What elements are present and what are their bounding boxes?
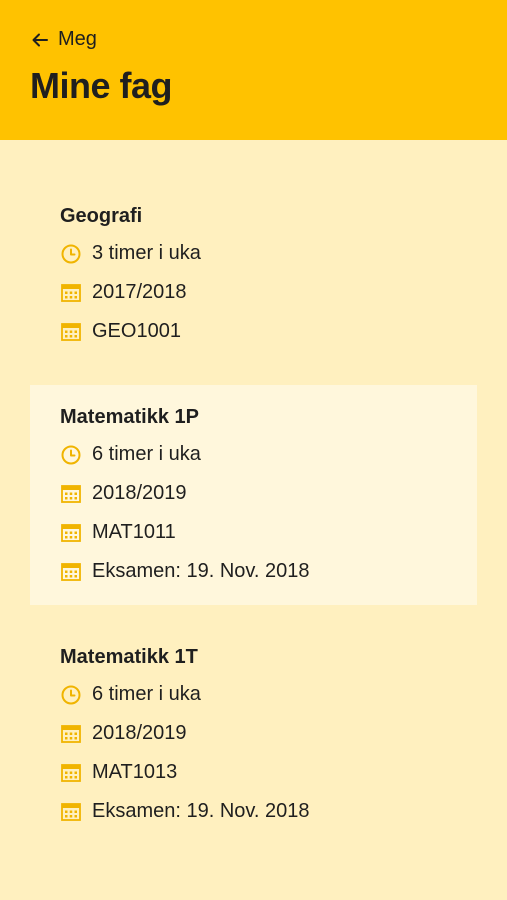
course-hours-row: 3 timer i uka — [60, 234, 447, 273]
course-card-matematikk-1p[interactable]: Matematikk 1P 6 timer i uka 2018/2019 MA… — [30, 385, 477, 605]
course-name: Matematikk 1T — [60, 646, 198, 668]
course-card-geografi[interactable]: Geografi 3 timer i uka 2017/2018 GEO1001 — [30, 184, 477, 365]
course-code-row: MAT1013 — [60, 753, 447, 792]
course-year-row: 2018/2019 — [60, 474, 447, 513]
course-exam-row: Eksamen: 19. Nov. 2018 — [60, 552, 447, 591]
course-code: MAT1013 — [92, 761, 178, 783]
page-title: Mine fag — [30, 65, 173, 106]
course-hours-row: 6 timer i uka — [60, 435, 447, 474]
course-hours: 6 timer i uka — [92, 443, 201, 465]
calendar-icon — [61, 802, 81, 821]
course-code: MAT1011 — [92, 521, 176, 543]
calendar-icon — [61, 763, 81, 782]
back-label: Meg — [58, 28, 97, 50]
calendar-icon — [61, 523, 81, 542]
calendar-icon — [61, 562, 81, 581]
course-hours-row: 6 timer i uka — [60, 675, 447, 714]
course-exam: Eksamen: 19. Nov. 2018 — [92, 560, 310, 582]
clock-icon — [61, 445, 81, 464]
course-code: GEO1001 — [92, 320, 181, 342]
back-button[interactable]: Meg — [30, 28, 97, 51]
course-year-row: 2017/2018 — [60, 273, 447, 312]
course-name: Geografi — [60, 205, 143, 227]
header: Meg Mine fag — [0, 0, 507, 140]
course-name: Matematikk 1P — [60, 406, 199, 428]
calendar-icon — [61, 283, 81, 302]
course-card-matematikk-1t[interactable]: Matematikk 1T 6 timer i uka 2018/2019 MA… — [30, 625, 477, 845]
arrow-left-icon — [32, 33, 48, 46]
course-code-row: MAT1011 — [60, 513, 447, 552]
course-year: 2018/2019 — [92, 722, 187, 744]
calendar-icon — [61, 484, 81, 503]
calendar-icon — [61, 322, 81, 341]
calendar-icon — [61, 724, 81, 743]
clock-icon — [61, 685, 81, 704]
course-code-row: GEO1001 — [60, 312, 447, 351]
course-year: 2017/2018 — [92, 281, 187, 303]
course-exam: Eksamen: 19. Nov. 2018 — [92, 800, 310, 822]
course-year-row: 2018/2019 — [60, 714, 447, 753]
clock-icon — [61, 244, 81, 263]
course-exam-row: Eksamen: 19. Nov. 2018 — [60, 792, 447, 831]
course-hours: 6 timer i uka — [92, 683, 201, 705]
course-year: 2018/2019 — [92, 482, 187, 504]
course-hours: 3 timer i uka — [92, 242, 201, 264]
course-list: Geografi 3 timer i uka 2017/2018 GEO1001… — [0, 140, 507, 845]
